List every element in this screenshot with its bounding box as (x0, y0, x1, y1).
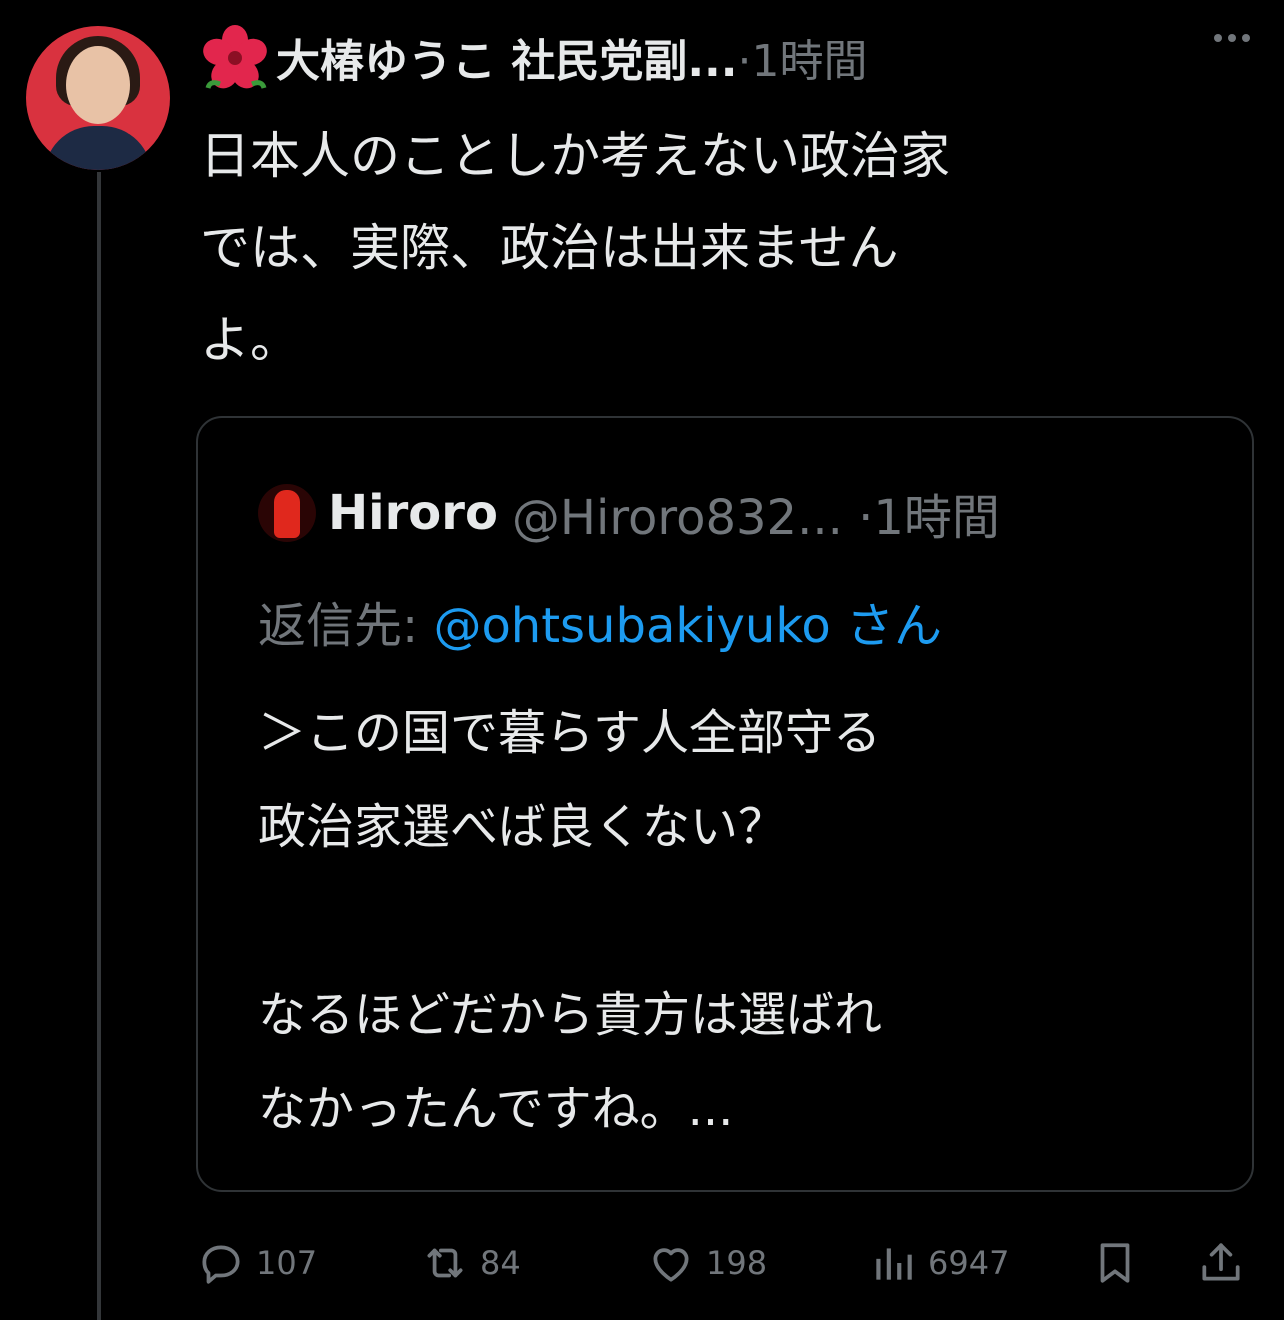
views-chart-icon (876, 1248, 912, 1280)
tweet-time[interactable]: ·1時間 (737, 25, 867, 89)
quoted-text: ＞この国で暮らす人全部守る 政治家選べば良くない？ なるほどだから貴方は選ばれ … (258, 705, 883, 1137)
reply-button[interactable]: 107 (196, 1228, 317, 1298)
retweet-button[interactable]: 84 (420, 1228, 521, 1298)
retweet-icon (427, 1248, 463, 1278)
author-avatar[interactable] (26, 26, 170, 170)
quoted-tweet[interactable]: Hiroro @Hiroro832... ·1時間 返信先: @ohtsubak… (196, 416, 1254, 1192)
retweet-count: 84 (480, 1244, 521, 1282)
quoted-reply-to: 返信先: @ohtsubakiyuko さん (258, 598, 943, 654)
reply-mention-link[interactable]: @ohtsubakiyuko (433, 598, 830, 654)
views-count: 6947 (928, 1244, 1010, 1282)
action-bar: 107 84 198 6947 (196, 1228, 1254, 1298)
bookmark-icon (1100, 1243, 1130, 1283)
share-button[interactable] (1196, 1228, 1256, 1298)
heart-icon (653, 1248, 689, 1282)
quoted-handle-time: @Hiroro832... ·1時間 (511, 490, 1000, 546)
tweet-text: 日本人のことしか考えない政治家 では、実際、政治は出来ません よ。 (200, 127, 950, 369)
hibiscus-icon (203, 25, 267, 89)
reply-count: 107 (256, 1244, 318, 1282)
like-button[interactable]: 198 (646, 1228, 767, 1298)
quoted-avatar (258, 484, 316, 542)
quoted-author-name: Hiroro (328, 485, 498, 541)
share-icon (1202, 1243, 1240, 1281)
thread-line (97, 172, 101, 1320)
views-button[interactable]: 6947 (868, 1228, 1009, 1298)
tweet-header: 大椿ゆうこ 社民党副... ·1時間 (200, 20, 867, 94)
author-name[interactable]: 大椿ゆうこ 社民党副... (276, 25, 737, 89)
like-count: 198 (706, 1244, 768, 1282)
bookmark-button[interactable] (1090, 1228, 1150, 1298)
quoted-header: Hiroro @Hiroro832... ·1時間 (258, 478, 1000, 548)
more-dots-icon[interactable] (1214, 34, 1250, 42)
reply-bubble-icon (202, 1245, 240, 1284)
